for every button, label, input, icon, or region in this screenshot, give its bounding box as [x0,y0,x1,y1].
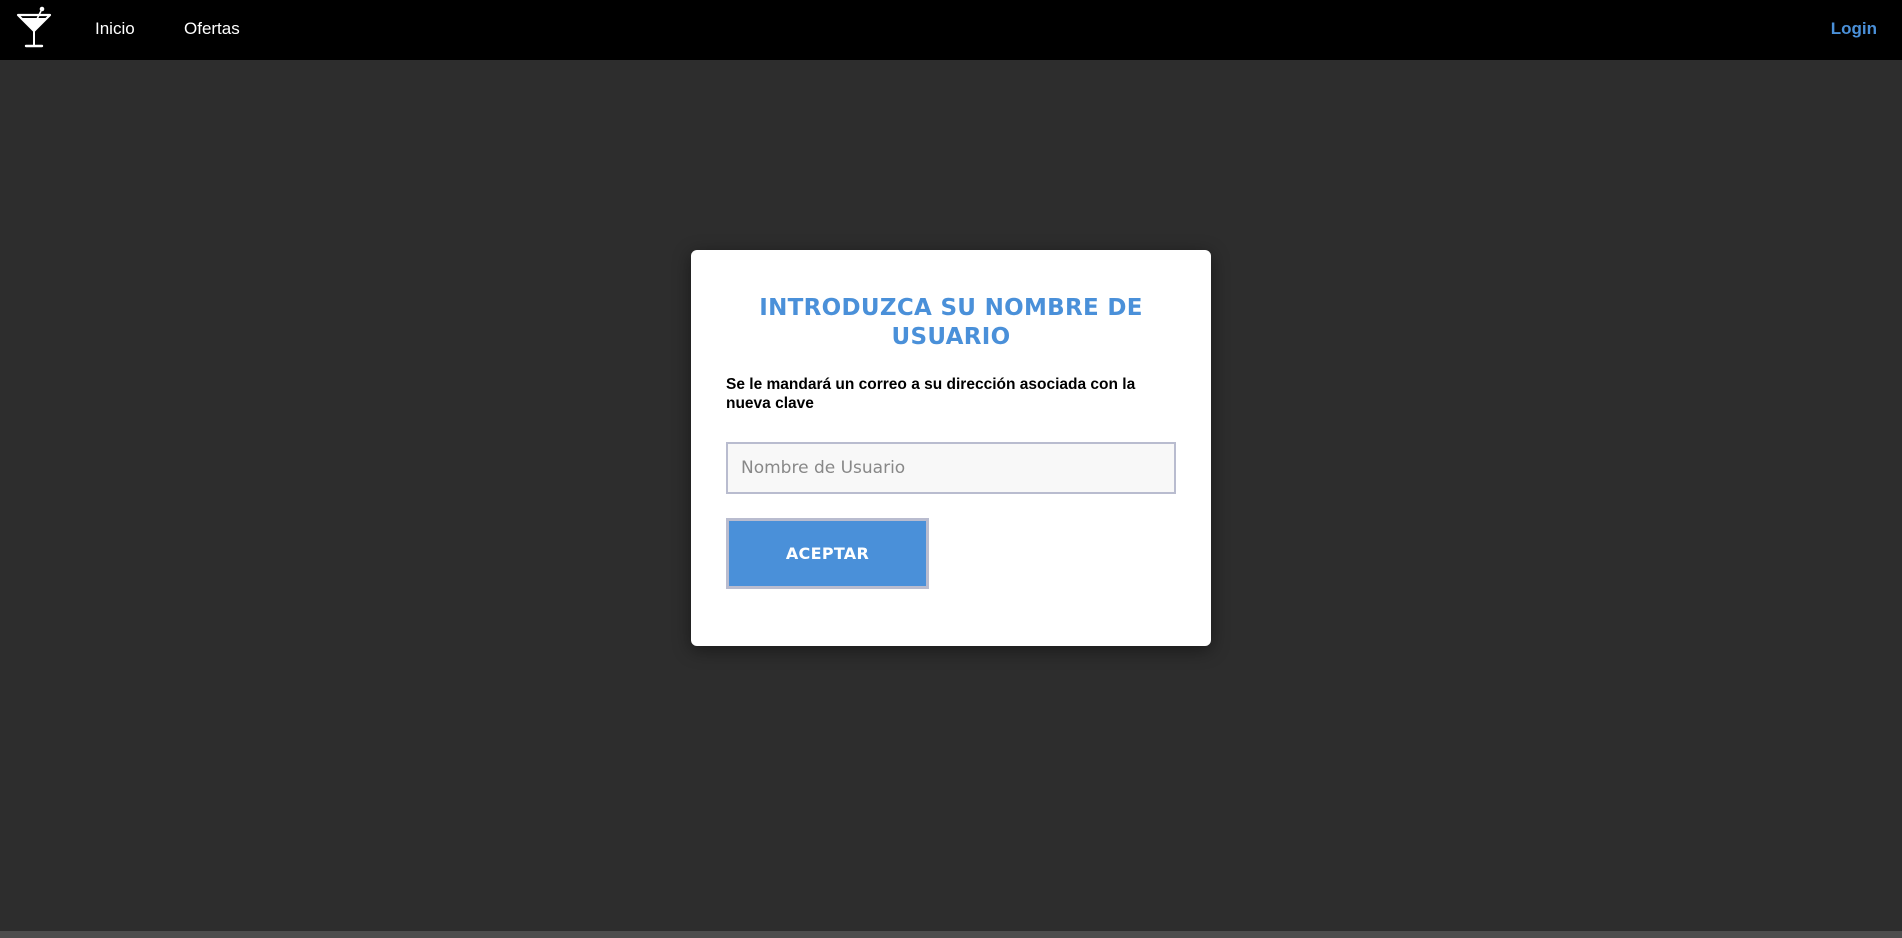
martini-glass-icon[interactable] [14,5,54,51]
nav-link-ofertas[interactable]: Ofertas [184,19,240,39]
username-input[interactable] [726,442,1176,494]
accept-button[interactable]: ACEPTAR [726,518,929,589]
nav-link-inicio[interactable]: Inicio [95,19,135,39]
card-title: INTRODUZCA SU NOMBRE DE USUARIO [759,295,1143,350]
card-description: Se le mandará un correo a su dirección a… [726,376,1136,412]
login-link[interactable]: Login [1831,19,1877,39]
bottom-strip [0,931,1902,938]
username-recovery-card: INTRODUZCA SU NOMBRE DE USUARIO Se le ma… [691,250,1211,646]
top-navbar: Inicio Ofertas Login [0,0,1902,60]
